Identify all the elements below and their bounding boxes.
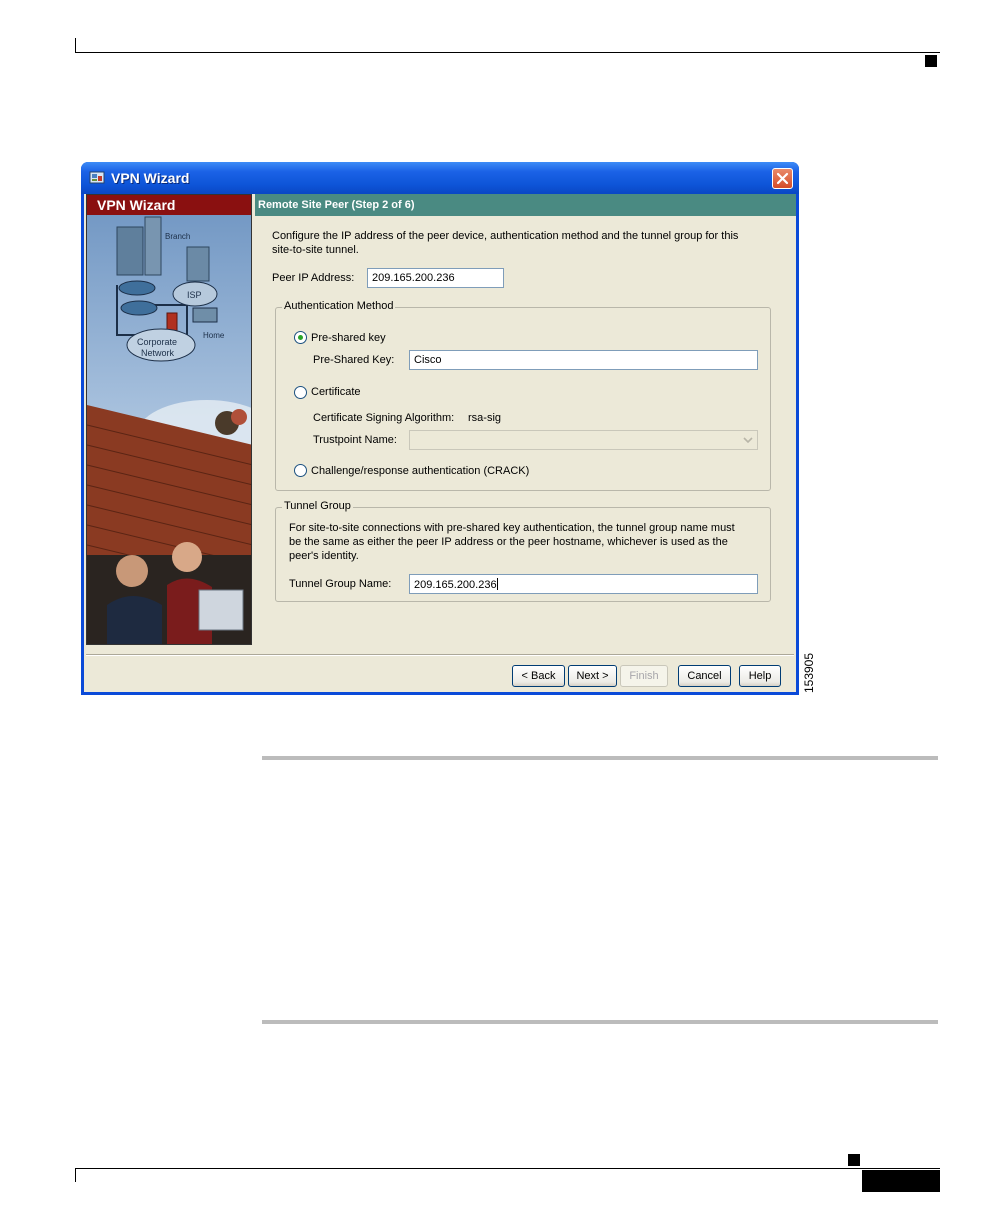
network-label: Network (141, 348, 175, 358)
network-illustration: Branch ISP Home Corporate Network (87, 195, 251, 644)
wizard-panel-title: VPN Wizard (97, 197, 176, 213)
tunnel-desc-line2: be the same as either the peer IP addres… (289, 536, 728, 548)
home-label: Home (203, 331, 225, 340)
chevron-down-icon (740, 432, 756, 448)
preshared-key-radio-label: Pre-shared key (311, 332, 386, 344)
authentication-method-legend: Authentication Method (282, 300, 396, 312)
intro-text-line1: Configure the IP address of the peer dev… (272, 230, 739, 242)
tunnel-group-group: Tunnel Group For site-to-site connection… (275, 500, 771, 602)
section-rule-top (262, 756, 938, 760)
wizard-illustration-panel: Branch ISP Home Corporate Network VPN Wi… (86, 194, 252, 645)
help-button[interactable]: Help (739, 665, 781, 687)
text-cursor (496, 578, 498, 590)
signing-algorithm-value: rsa-sig (468, 412, 502, 424)
window-client-area: Branch ISP Home Corporate Network VPN Wi… (84, 194, 796, 692)
step-title: Remote Site Peer (Step 2 of 6) (258, 199, 415, 211)
close-button[interactable] (772, 168, 793, 189)
tunnel-group-legend: Tunnel Group (282, 500, 353, 512)
intro-text-line2: site-to-site tunnel. (272, 244, 359, 256)
title-bar[interactable]: VPN Wizard (81, 162, 799, 194)
window-title: VPN Wizard (111, 170, 190, 186)
peer-ip-input[interactable]: 209.165.200.236 (367, 268, 504, 288)
trustpoint-name-select[interactable] (409, 430, 758, 450)
page-header-marker (925, 55, 937, 67)
preshared-key-field-label: Pre-Shared Key: (313, 354, 395, 366)
tunnel-group-name-input[interactable]: 209.165.200.236 (409, 574, 758, 594)
page-footer-rule (75, 1168, 940, 1169)
preshared-key-input[interactable]: Cisco (409, 350, 758, 370)
peer-ip-label: Peer IP Address: (272, 272, 355, 284)
next-button[interactable]: Next > (568, 665, 617, 687)
branch-label: Branch (165, 232, 190, 241)
page-header-tick (75, 38, 76, 52)
crack-radio[interactable] (294, 464, 307, 477)
back-button[interactable]: < Back (512, 665, 565, 687)
finish-button[interactable]: Finish (620, 665, 668, 687)
close-icon (776, 172, 789, 185)
certificate-radio-label: Certificate (311, 386, 361, 398)
certificate-radio[interactable] (294, 386, 307, 399)
vpn-wizard-window: VPN Wizard Branch ISP Home Corporate Net… (81, 162, 799, 695)
isp-label: ISP (187, 290, 202, 300)
crack-radio-label: Challenge/response authentication (CRACK… (311, 465, 530, 477)
page-footer-marker (848, 1154, 860, 1166)
step-content: Configure the IP address of the peer dev… (255, 216, 796, 645)
wizard-panel-header: VPN Wizard (87, 195, 251, 215)
cancel-button[interactable]: Cancel (678, 665, 731, 687)
authentication-method-group: Authentication Method Pre-shared key Pre… (275, 300, 771, 491)
step-header: Remote Site Peer (Step 2 of 6) (255, 194, 796, 216)
button-bar-separator-highlight (86, 655, 794, 656)
figure-number: 153905 (802, 652, 816, 693)
corporate-label: Corporate (137, 337, 177, 347)
page-footer-tick (75, 1168, 76, 1182)
tunnel-desc-line1: For site-to-site connections with pre-sh… (289, 522, 735, 534)
tunnel-group-name-value: 209.165.200.236 (414, 579, 497, 591)
tunnel-group-name-label: Tunnel Group Name: (289, 578, 392, 590)
section-rule-bottom (262, 1020, 938, 1024)
vpn-wizard-app-icon (89, 171, 105, 184)
signing-algorithm-label: Certificate Signing Algorithm: (313, 412, 455, 424)
trustpoint-name-label: Trustpoint Name: (313, 434, 397, 446)
tunnel-desc-line3: peer's identity. (289, 550, 359, 562)
page-header-rule (75, 52, 940, 53)
page-number-tab (862, 1170, 940, 1192)
preshared-key-radio[interactable] (294, 331, 307, 344)
